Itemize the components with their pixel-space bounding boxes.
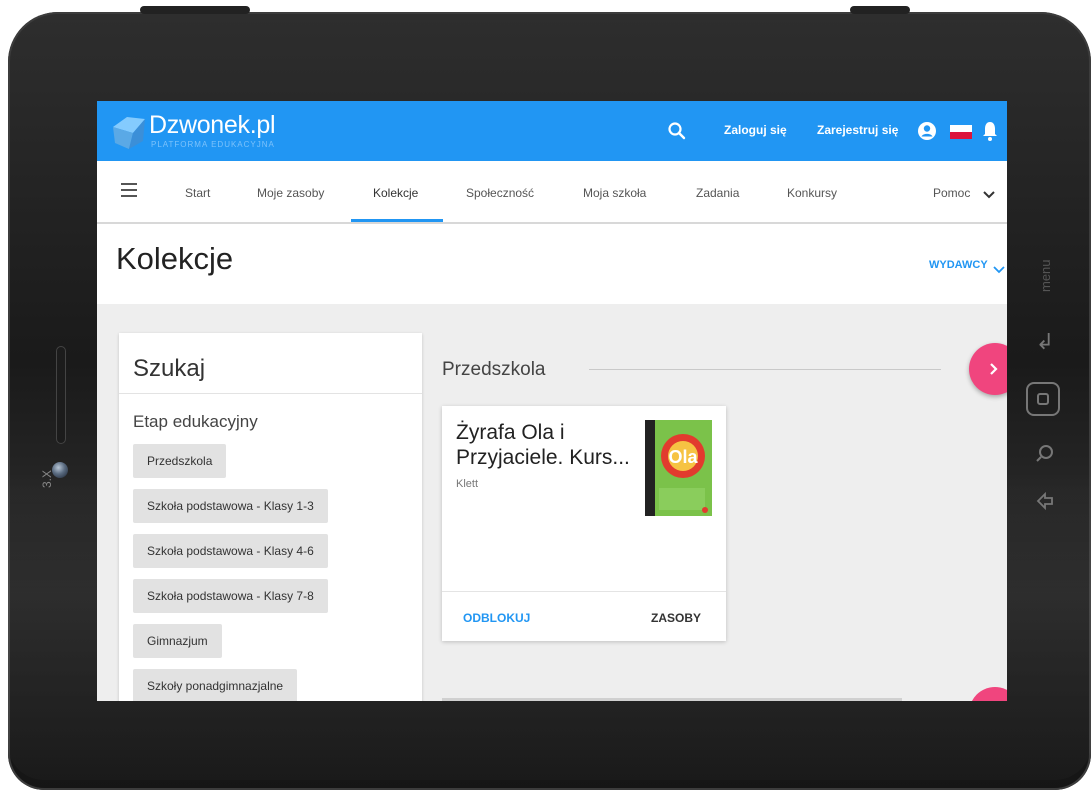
next-button-secondary[interactable] xyxy=(969,687,1007,701)
brand-tagline: PLATFORMA EDUKACYJNA xyxy=(151,140,275,149)
page-title: Kolekcje xyxy=(116,241,234,276)
search-panel: Szukaj Etap edukacyjny Przedszkola Szkoł… xyxy=(119,333,422,701)
nav-contests[interactable]: Konkursy xyxy=(787,186,837,200)
card-divider xyxy=(442,591,726,592)
volume-button xyxy=(850,6,910,14)
nav-community[interactable]: Społeczność xyxy=(466,186,534,200)
horizontal-scrollbar[interactable] xyxy=(442,698,902,701)
page-header: Kolekcje WYDAWCY xyxy=(97,224,1007,304)
section-title: Przedszkola xyxy=(442,359,546,380)
camera-icon xyxy=(52,462,68,478)
account-icon[interactable] xyxy=(917,121,937,141)
stage-chip[interactable]: Szkoła podstawowa - Klasy 4-6 xyxy=(133,534,328,568)
logo-icon[interactable] xyxy=(111,113,147,151)
card-title[interactable]: Żyrafa Ola i Przyjaciele. Kurs... xyxy=(456,420,642,470)
bell-icon[interactable] xyxy=(981,120,999,142)
collection-card[interactable]: Żyrafa Ola i Przyjaciele. Kurs... Klett … xyxy=(442,406,726,641)
menu-icon[interactable] xyxy=(121,183,137,197)
publishers-dropdown[interactable]: WYDAWCY xyxy=(929,259,988,271)
stage-chip[interactable]: Szkoły ponadgimnazjalne xyxy=(133,669,298,701)
side-menu-label: menu xyxy=(1038,259,1053,292)
flag-pl-icon[interactable] xyxy=(950,125,972,139)
back-icon[interactable] xyxy=(1030,490,1060,518)
chevron-right-icon xyxy=(990,363,998,375)
unlock-button[interactable]: ODBLOKUJ xyxy=(463,611,530,625)
main-nav: Start Moje zasoby Kolekcje Społeczność M… xyxy=(97,161,1007,224)
power-button xyxy=(140,6,250,14)
brand-name[interactable]: Dzwonek.pl xyxy=(149,111,276,140)
zoom-label: 3.X xyxy=(40,469,54,488)
search-icon[interactable] xyxy=(667,121,687,141)
search-panel-title: Szukaj xyxy=(133,355,206,382)
stage-chip[interactable]: Szkoła podstawowa - Klasy 7-8 xyxy=(133,579,328,613)
top-app-bar: Dzwonek.pl PLATFORMA EDUKACYJNA Zaloguj … xyxy=(97,101,1007,161)
login-link[interactable]: Zaloguj się xyxy=(724,123,787,137)
stage-chip[interactable]: Szkoła podstawowa - Klasy 1-3 xyxy=(133,489,328,523)
screen: Dzwonek.pl PLATFORMA EDUKACYJNA Zaloguj … xyxy=(97,101,1007,701)
stage-chip[interactable]: Przedszkola xyxy=(133,444,227,478)
nav-tasks[interactable]: Zadania xyxy=(696,186,739,200)
education-stage-label: Etap edukacyjny xyxy=(133,412,258,431)
card-publisher: Klett xyxy=(456,478,479,490)
nav-active-indicator xyxy=(351,219,443,222)
stage-chip[interactable]: Gimnazjum xyxy=(133,624,222,658)
nav-my-resources[interactable]: Moje zasoby xyxy=(257,186,324,200)
nav-start[interactable]: Start xyxy=(185,186,210,200)
divider xyxy=(119,393,422,394)
next-button[interactable] xyxy=(969,343,1007,395)
return-icon[interactable]: ↲ xyxy=(1030,328,1060,356)
chevron-down-icon[interactable] xyxy=(983,187,995,199)
chevron-down-icon[interactable] xyxy=(993,261,1005,274)
speaker-slot xyxy=(56,346,66,444)
section-divider xyxy=(589,369,941,370)
nav-my-school[interactable]: Moja szkoła xyxy=(583,186,646,200)
nav-help[interactable]: Pomoc xyxy=(933,186,970,200)
register-link[interactable]: Zarejestruj się xyxy=(817,123,898,137)
home-button-icon[interactable] xyxy=(1026,382,1060,416)
cover-title: Ola xyxy=(668,447,698,467)
search-hw-icon[interactable] xyxy=(1030,442,1060,470)
nav-collections[interactable]: Kolekcje xyxy=(373,186,418,200)
resources-button[interactable]: ZASOBY xyxy=(651,611,701,625)
book-cover-image[interactable]: Ola xyxy=(645,420,712,516)
